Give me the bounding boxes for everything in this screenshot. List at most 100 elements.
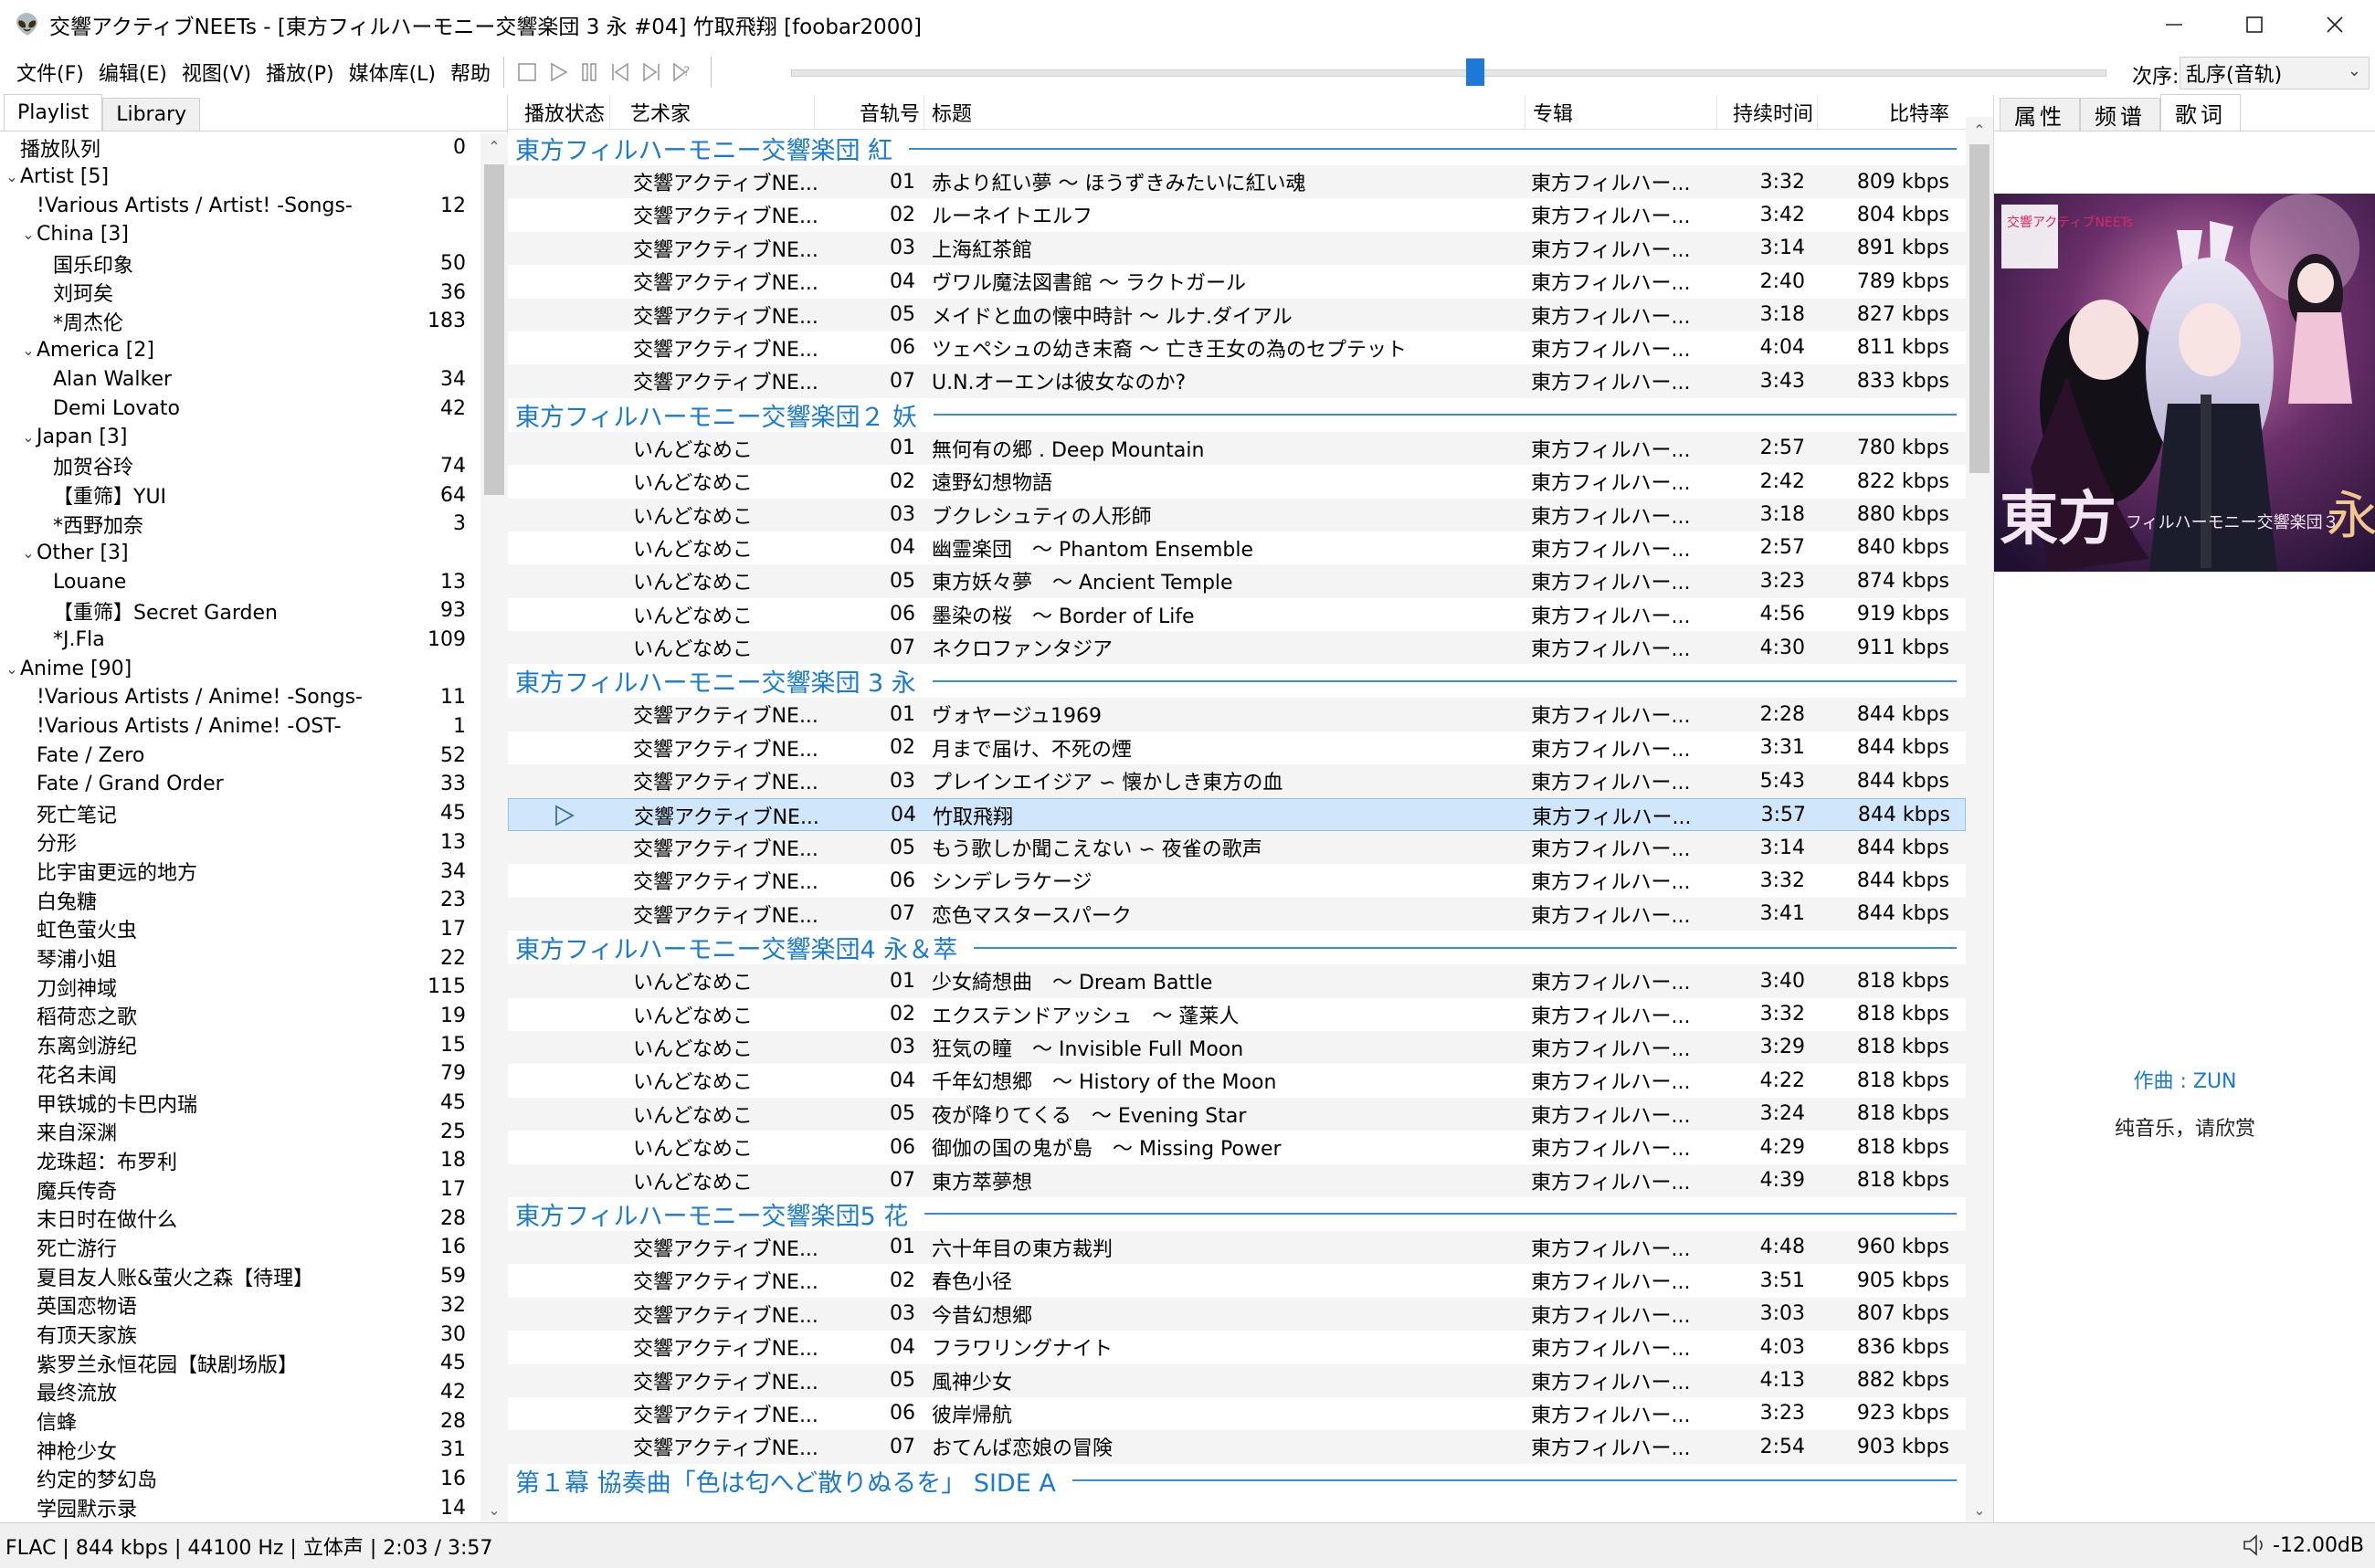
- expand-toggle-icon[interactable]: ⌄: [20, 544, 37, 562]
- order-select[interactable]: 乱序(音轨) ⌄: [2180, 57, 2370, 89]
- tab-lyrics[interactable]: 歌词: [2160, 94, 2241, 131]
- expand-toggle-icon[interactable]: ⌄: [20, 226, 37, 243]
- tree-item[interactable]: Alan Walker 34: [0, 365, 480, 395]
- tree-item[interactable]: 国乐印象 50: [0, 249, 480, 279]
- expand-toggle-icon[interactable]: ⌄: [20, 428, 37, 446]
- minimize-button[interactable]: [2134, 0, 2214, 49]
- tree-item[interactable]: Louane 13: [0, 567, 480, 596]
- tree-item[interactable]: Demi Lovato 42: [0, 394, 480, 423]
- tree-item[interactable]: 加贺谷玲 74: [0, 452, 480, 481]
- menu-edit[interactable]: 编辑(E): [93, 58, 173, 87]
- column-title[interactable]: 标题: [924, 95, 1525, 130]
- tree-item[interactable]: 刘珂矣 36: [0, 278, 480, 307]
- track-row[interactable]: いんどなめこ 04 千年幻想郷 ～ History of the Moon 東方フィル…: [508, 1064, 1966, 1097]
- tree-item[interactable]: ⌄ Artist [5]: [0, 163, 480, 192]
- tree-item[interactable]: 学园默示录 14: [0, 1493, 480, 1522]
- tree-item[interactable]: 英国恋物语 32: [0, 1291, 480, 1321]
- tree-item[interactable]: 播放队列 0: [0, 133, 480, 163]
- track-row[interactable]: 交響アクティブNE... 05 メイドと血の懐中時計 ～ ルナ.ダイアル 東方フィルハ…: [508, 298, 1966, 331]
- track-row[interactable]: いんどなめこ 01 無何有の郷 . Deep Mountain 東方フィルハー... 2…: [508, 431, 1966, 466]
- track-row[interactable]: いんどなめこ 02 遠野幻想物語 東方フィルハー... 2:42 822 kbps: [508, 465, 1966, 498]
- track-row[interactable]: 交響アクティブNE... 07 恋色マスタースパーク 東方フィルハー... 3:41 84…: [508, 897, 1966, 931]
- album-group-header[interactable]: 東方フィルハーモニー交響楽団２ 妖: [508, 398, 1966, 432]
- tree-item[interactable]: 魔兵传奇 17: [0, 1175, 480, 1205]
- track-row-playing[interactable]: 交響アクティブNE... 04 竹取飛翔 東方フィルハー... 3:57 844 kbps: [508, 797, 1966, 832]
- album-group-header[interactable]: 東方フィルハーモニー交響楽団 3 永: [508, 664, 1966, 698]
- seek-thumb[interactable]: [1466, 58, 1484, 86]
- scroll-down-icon[interactable]: ⌄: [480, 1497, 508, 1522]
- tree-item[interactable]: ⌄ America [2]: [0, 336, 480, 365]
- tree-item[interactable]: 约定的梦幻岛 16: [0, 1465, 480, 1494]
- menu-file[interactable]: 文件(F): [11, 58, 90, 87]
- scroll-up-icon[interactable]: ⌃: [480, 133, 508, 159]
- scroll-thumb[interactable]: [1969, 144, 1990, 473]
- tab-playlist[interactable]: Playlist: [4, 94, 103, 131]
- tree-item[interactable]: 信蜂 28: [0, 1406, 480, 1436]
- tree-item[interactable]: Fate / Zero 52: [0, 741, 480, 770]
- tree-item[interactable]: !Various Artists / Artist! -Songs- 12: [0, 191, 480, 220]
- tree-item[interactable]: 来自深渊 25: [0, 1117, 480, 1146]
- tree-item[interactable]: 紫罗兰永恒花园【缺剧场版】 45: [0, 1349, 480, 1378]
- track-row[interactable]: 交響アクティブNE... 05 もう歌しか聞こえない ∽ 夜雀の歌声 東方フィルハー.…: [508, 831, 1966, 865]
- tab-library[interactable]: Library: [102, 98, 201, 131]
- track-row[interactable]: いんどなめこ 07 東方萃夢想 東方フィルハー... 4:39 818 kbps: [508, 1163, 1966, 1197]
- tree-item[interactable]: 白兔糖 23: [0, 886, 480, 915]
- column-status[interactable]: 播放状态: [508, 95, 610, 130]
- tree-item[interactable]: 稻荷恋之歌 19: [0, 1002, 480, 1031]
- expand-toggle-icon[interactable]: ⌄: [20, 342, 37, 359]
- track-row[interactable]: 交響アクティブNE... 05 風神少女 東方フィルハー... 4:13 882 kbps: [508, 1363, 1966, 1397]
- track-row[interactable]: いんどなめこ 05 東方妖々夢 ～ Ancient Temple 東方フィルハー...…: [508, 564, 1966, 598]
- menu-playback[interactable]: 播放(P): [260, 58, 339, 87]
- tree-item[interactable]: !Various Artists / Anime! -Songs- 11: [0, 683, 480, 712]
- track-row[interactable]: いんどなめこ 03 狂気の瞳 ～ Invisible Full Moon 東方フィルハ…: [508, 1030, 1966, 1065]
- column-album[interactable]: 专辑: [1525, 95, 1717, 130]
- album-group-header[interactable]: 東方フィルハーモニー交響楽団 紅: [508, 132, 1966, 165]
- pause-button[interactable]: [574, 57, 605, 88]
- track-row[interactable]: 交響アクティブNE... 04 ヴワル魔法図書館 ～ ラクトガール 東方フィルハー..…: [508, 265, 1966, 298]
- maximize-button[interactable]: [2214, 0, 2295, 49]
- tree-item[interactable]: 虹色萤火虫 17: [0, 915, 480, 944]
- tree-item[interactable]: ⌄ Anime [90]: [0, 654, 480, 683]
- expand-toggle-icon[interactable]: ⌄: [4, 660, 20, 678]
- tree-item[interactable]: 分形 13: [0, 828, 480, 858]
- menu-library[interactable]: 媒体库(L): [343, 58, 441, 87]
- random-button[interactable]: ?: [667, 57, 698, 88]
- track-row[interactable]: 交響アクティブNE... 07 おてんば恋娘の冒険 東方フィルハー... 2:54 903…: [508, 1430, 1966, 1464]
- track-row[interactable]: いんどなめこ 07 ネクロファンタジア 東方フィルハー... 4:30 911 kbps: [508, 631, 1966, 665]
- seek-bar[interactable]: [791, 58, 2106, 86]
- track-row[interactable]: いんどなめこ 04 幽霊楽団 ～ Phantom Ensemble 東方フィルハー..…: [508, 531, 1966, 564]
- expand-toggle-icon[interactable]: ⌄: [4, 168, 20, 185]
- tree-item[interactable]: 死亡笔记 45: [0, 799, 480, 828]
- track-row[interactable]: 交響アクティブNE... 01 ヴォヤージュ1969 東方フィルハー... 2:28 84…: [508, 698, 1966, 731]
- seek-track[interactable]: [791, 69, 2106, 77]
- track-row[interactable]: いんどなめこ 05 夜が降りてくる ～ Evening Star 東方フィルハー...…: [508, 1097, 1966, 1131]
- tab-spectrum[interactable]: 频谱: [2080, 98, 2160, 131]
- album-group-header[interactable]: 第１幕 協奏曲「色は匂へど散りぬるを」 SIDE A: [508, 1464, 1966, 1498]
- tree-item[interactable]: 神枪少女 31: [0, 1436, 480, 1465]
- menu-view[interactable]: 视图(V): [176, 58, 257, 87]
- scroll-thumb[interactable]: [484, 164, 504, 495]
- tab-properties[interactable]: 属性: [2000, 98, 2080, 131]
- scroll-down-icon[interactable]: ⌄: [1966, 1497, 1993, 1522]
- tree-item[interactable]: 花名未闻 79: [0, 1059, 480, 1089]
- tree-item[interactable]: 死亡游行 16: [0, 1233, 480, 1262]
- tree-item[interactable]: *J.Fla 109: [0, 626, 480, 655]
- tree-item[interactable]: 甲铁城的卡巴内瑞 45: [0, 1089, 480, 1118]
- column-duration[interactable]: 持续时间: [1717, 95, 1818, 130]
- track-row[interactable]: 交響アクティブNE... 02 春色小径 東方フィルハー... 3:51 905 kbps: [508, 1264, 1966, 1297]
- stop-button[interactable]: [512, 57, 543, 88]
- track-row[interactable]: 交響アクティブNE... 03 上海紅茶館 東方フィルハー... 3:14 891 kbp…: [508, 231, 1966, 266]
- tree-item[interactable]: 刀剑神域 115: [0, 973, 480, 1002]
- column-artist[interactable]: 艺术家: [610, 95, 815, 130]
- tree-item[interactable]: ⌄ Other [3]: [0, 539, 480, 568]
- track-row[interactable]: 交響アクティブNE... 01 六十年目の東方裁判 東方フィルハー... 4:48 960…: [508, 1230, 1966, 1265]
- tree-item[interactable]: 比宇宙更远的地方 34: [0, 857, 480, 886]
- previous-button[interactable]: [605, 57, 636, 88]
- track-row[interactable]: 交響アクティブNE... 06 シンデレラケージ 東方フィルハー... 3:32 844 …: [508, 864, 1966, 897]
- track-row[interactable]: 交響アクティブNE... 06 ツェペシュの幼き末裔 ～ 亡き王女の為のセプテット 東…: [508, 331, 1966, 364]
- track-row[interactable]: いんどなめこ 02 エクステンドアッシュ ～ 蓬莱人 東方フィルハー... 3:32 81…: [508, 998, 1966, 1031]
- tree-item[interactable]: ⌄ China [3]: [0, 220, 480, 249]
- menu-help[interactable]: 帮助: [445, 58, 496, 87]
- tree-item[interactable]: 龙珠超：布罗利 18: [0, 1146, 480, 1175]
- tree-item[interactable]: 末日时在做什么 28: [0, 1204, 480, 1233]
